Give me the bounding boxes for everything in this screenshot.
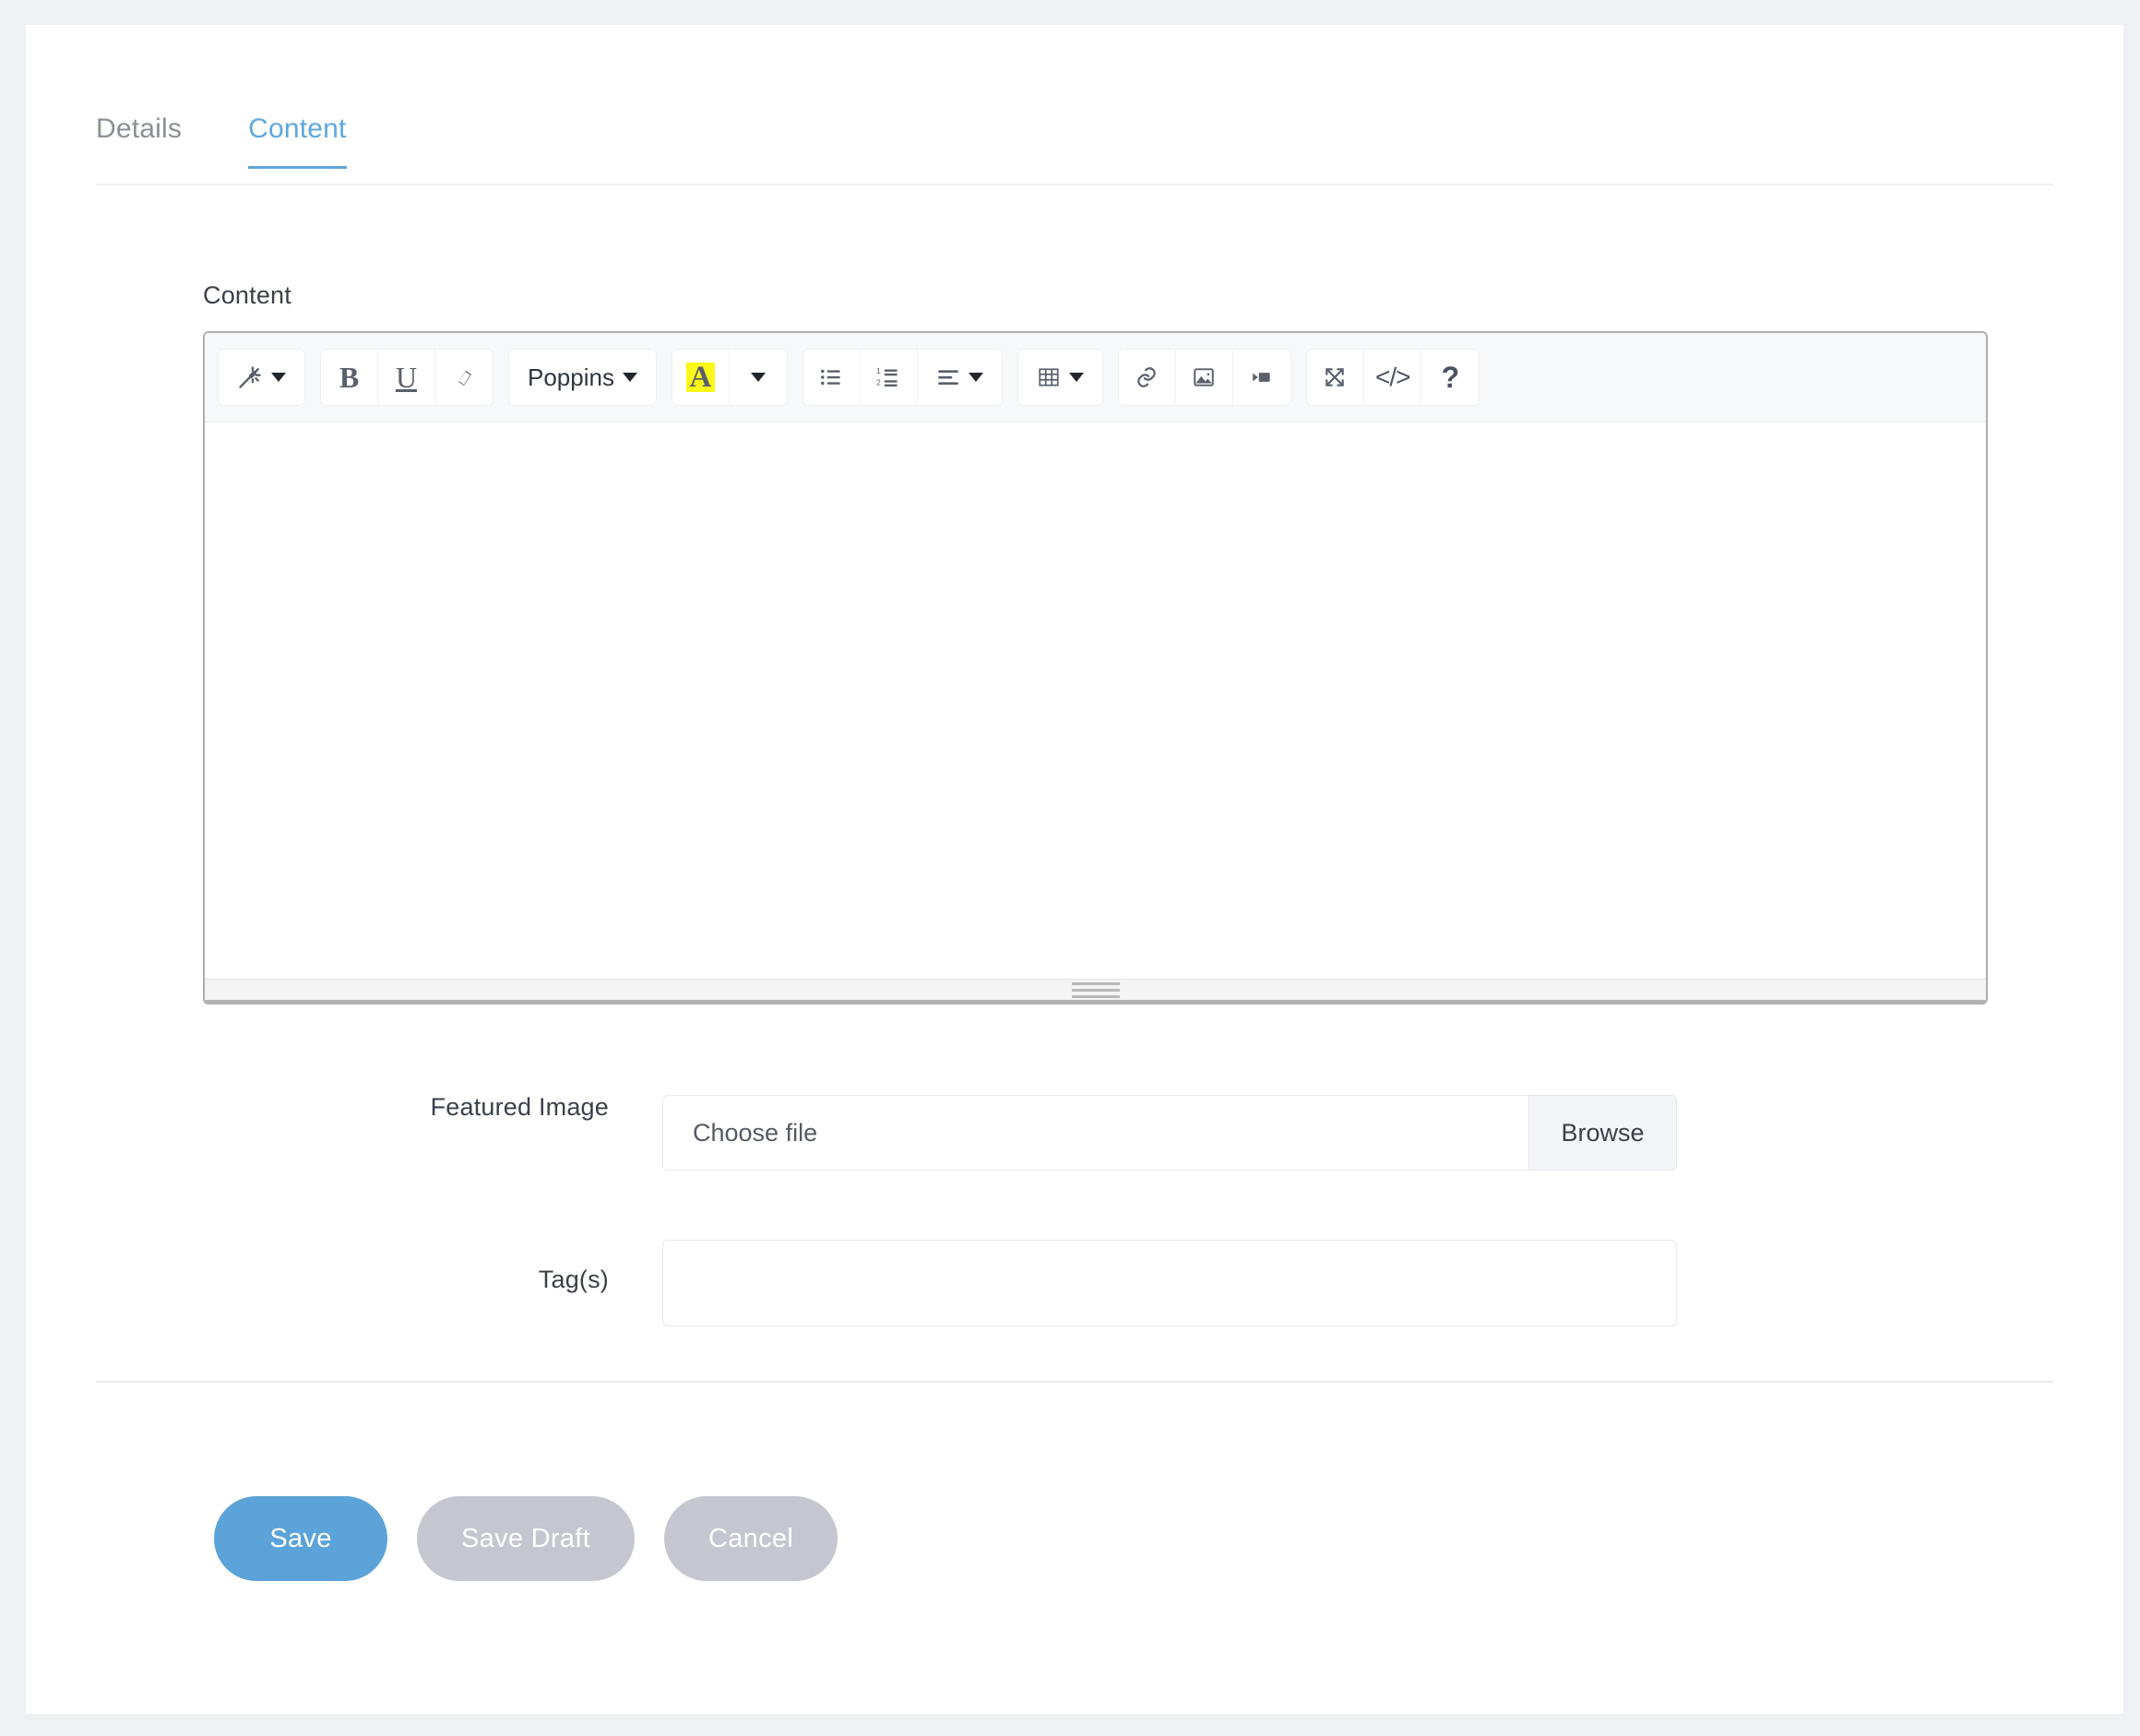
chevron-down-icon	[968, 373, 983, 382]
eraser-button[interactable]	[435, 350, 493, 405]
font-family-label: Poppins	[528, 363, 614, 391]
ordered-list-icon: 1 2	[876, 365, 900, 389]
tags-input[interactable]	[662, 1240, 1677, 1326]
table-icon	[1037, 365, 1061, 389]
unordered-list-icon	[819, 365, 843, 389]
link-button[interactable]	[1118, 350, 1176, 405]
tags-label: Tag(s)	[538, 1266, 609, 1293]
tab-details[interactable]: Details	[96, 104, 182, 169]
svg-text:2: 2	[876, 378, 881, 387]
ordered-list-button[interactable]: 1 2	[860, 350, 918, 405]
toolbar-group-lists: 1 2	[802, 349, 1003, 406]
text-color-dropdown-button[interactable]	[729, 350, 787, 405]
chevron-down-icon	[750, 373, 766, 382]
eraser-icon	[453, 366, 475, 388]
align-button[interactable]	[917, 350, 1002, 405]
save-draft-button[interactable]: Save Draft	[417, 1496, 635, 1581]
toolbar-group-text-style: B U	[320, 349, 493, 406]
toolbar-group-misc: </> ?	[1305, 349, 1480, 406]
section-divider	[96, 1381, 2053, 1383]
bold-icon: B	[339, 360, 360, 394]
align-icon	[936, 365, 960, 389]
cancel-button[interactable]: Cancel	[664, 1496, 838, 1581]
chevron-down-icon	[271, 373, 286, 382]
magic-wand-button[interactable]	[219, 350, 304, 405]
toolbar-group-font-family: Poppins	[508, 349, 657, 406]
toolbar-group-magic	[218, 349, 305, 406]
form-actions: Save Save Draft Cancel	[214, 1496, 838, 1581]
table-button[interactable]	[1017, 350, 1102, 405]
code-view-button[interactable]: </>	[1363, 350, 1422, 405]
featured-image-label: Featured Image	[430, 1093, 609, 1121]
code-view-icon: </>	[1374, 363, 1410, 391]
editor-resize-handle[interactable]	[205, 979, 1986, 1003]
image-button[interactable]	[1175, 350, 1233, 405]
file-name-display: Choose file	[663, 1096, 1528, 1170]
featured-image-file-input[interactable]: Choose file Browse	[662, 1095, 1677, 1171]
resize-grip-icon	[1071, 981, 1120, 998]
chevron-down-icon	[622, 373, 637, 382]
font-family-select[interactable]: Poppins	[509, 350, 656, 405]
editor-toolbar: B U Poppins A 1 2 </> ?	[205, 333, 1986, 422]
content-editor-card: Details Content Content B U Poppins A 1 …	[26, 25, 2123, 1714]
text-highlight-button[interactable]: A	[672, 350, 730, 405]
underline-icon: U	[395, 360, 418, 394]
fullscreen-icon	[1323, 365, 1347, 389]
help-button[interactable]: ?	[1421, 350, 1480, 405]
save-button[interactable]: Save	[214, 1496, 387, 1581]
image-icon	[1192, 365, 1216, 389]
content-field-label: Content	[203, 281, 291, 309]
text-highlight-icon: A	[685, 363, 716, 393]
fullscreen-button[interactable]	[1306, 350, 1364, 405]
chevron-down-icon	[1068, 373, 1084, 382]
rich-text-editor: B U Poppins A 1 2 </> ?	[203, 331, 1988, 1005]
tab-content[interactable]: Content	[248, 104, 346, 169]
toolbar-group-insert	[1117, 349, 1291, 406]
tags-row: Tag(s)	[118, 1240, 1677, 1326]
bold-button[interactable]: B	[321, 350, 378, 405]
toolbar-group-text-color: A	[671, 349, 788, 406]
video-icon	[1250, 365, 1274, 389]
tab-bar: Details Content	[96, 104, 2053, 185]
help-icon: ?	[1441, 360, 1460, 394]
underline-button[interactable]: U	[378, 350, 435, 405]
video-button[interactable]	[1232, 350, 1290, 405]
featured-image-row: Featured Image Choose file Browse	[118, 1095, 1677, 1171]
magic-wand-icon	[237, 364, 263, 390]
editor-text-area[interactable]	[205, 422, 1986, 979]
browse-button[interactable]: Browse	[1528, 1096, 1676, 1170]
toolbar-group-table	[1016, 349, 1103, 406]
svg-text:1: 1	[876, 366, 881, 375]
link-icon	[1135, 365, 1159, 389]
unordered-list-button[interactable]	[802, 350, 861, 405]
